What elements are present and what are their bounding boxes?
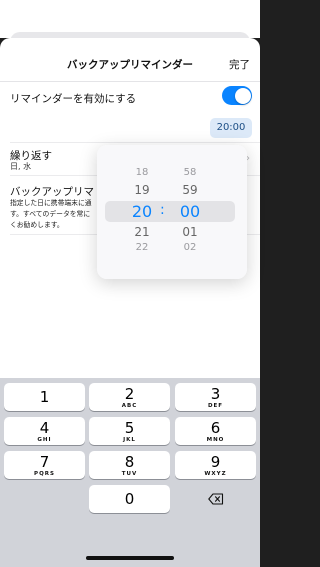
backup-reminder-label: バックアップリマ (10, 186, 94, 198)
key-letters: GHI (37, 437, 52, 443)
key-4[interactable]: 4 GHI (4, 417, 85, 445)
key-7[interactable]: 7 PQRS (4, 451, 85, 479)
minute-option[interactable]: 59 (175, 183, 205, 197)
key-0[interactable]: 0 (89, 485, 170, 513)
key-digit: 4 (39, 419, 50, 437)
picker-selection-band (105, 201, 235, 222)
navigation-bar: バックアップリマインダー 完了 (0, 38, 260, 82)
done-button[interactable]: 完了 (229, 57, 250, 72)
hour-option[interactable]: 19 (127, 183, 157, 197)
backup-reminder-description: 指定した日に携帯端末に通 す。すべてのデータを常に くお勧めします。 (10, 198, 105, 231)
hour-option[interactable]: 21 (127, 225, 157, 239)
key-8[interactable]: 8 TUV (89, 451, 170, 479)
description-line: くお勧めします。 (10, 221, 64, 229)
minute-option[interactable]: 02 (175, 242, 205, 253)
page-title: バックアップリマインダー (67, 59, 193, 71)
hour-selected[interactable]: 20 (127, 202, 157, 221)
key-letters: PQRS (34, 471, 55, 477)
home-indicator (86, 556, 174, 560)
key-digit: 1 (39, 388, 50, 406)
toggle-knob (234, 87, 251, 104)
hour-option[interactable]: 18 (127, 167, 157, 178)
key-digit: 8 (124, 453, 135, 471)
key-letters: MNO (206, 437, 225, 443)
key-digit: 5 (124, 419, 135, 437)
key-digit: 9 (210, 453, 221, 471)
time-picker-popover[interactable]: 18 19 20 21 22 : 58 59 00 01 02 (97, 145, 247, 279)
key-letters: JKL (123, 437, 136, 443)
key-1[interactable]: 1 (4, 383, 85, 411)
reminder-time-button[interactable]: 20:00 (210, 118, 252, 138)
repeat-value: 日, 水 (10, 162, 32, 171)
key-digit: 2 (124, 385, 135, 403)
minute-option[interactable]: 58 (175, 167, 205, 178)
key-digit: 3 (210, 385, 221, 403)
description-line: す。すべてのデータを常に (10, 210, 91, 218)
key-letters: DEF (207, 403, 224, 409)
enable-reminder-toggle[interactable] (222, 86, 252, 105)
key-3[interactable]: 3 DEF (175, 383, 256, 411)
minute-option[interactable]: 01 (175, 225, 205, 239)
time-separator: : (160, 202, 165, 218)
key-digit: 7 (39, 453, 50, 471)
key-digit: 6 (210, 419, 221, 437)
key-9[interactable]: 9 WXYZ (175, 451, 256, 479)
key-letters: WXYZ (204, 471, 227, 477)
key-5[interactable]: 5 JKL (89, 417, 170, 445)
key-letters: TUV (121, 471, 138, 477)
minute-selected[interactable]: 00 (175, 202, 205, 221)
key-digit: 0 (124, 490, 135, 508)
key-6[interactable]: 6 MNO (175, 417, 256, 445)
delete-left-icon[interactable] (175, 485, 256, 513)
description-line: 指定した日に携帯端末に通 (10, 199, 92, 207)
key-2[interactable]: 2 ABC (89, 383, 170, 411)
hour-option[interactable]: 22 (127, 242, 157, 253)
divider (10, 142, 260, 143)
key-letters: ABC (121, 403, 138, 409)
enable-reminder-label: リマインダーを有効にする (10, 93, 137, 105)
